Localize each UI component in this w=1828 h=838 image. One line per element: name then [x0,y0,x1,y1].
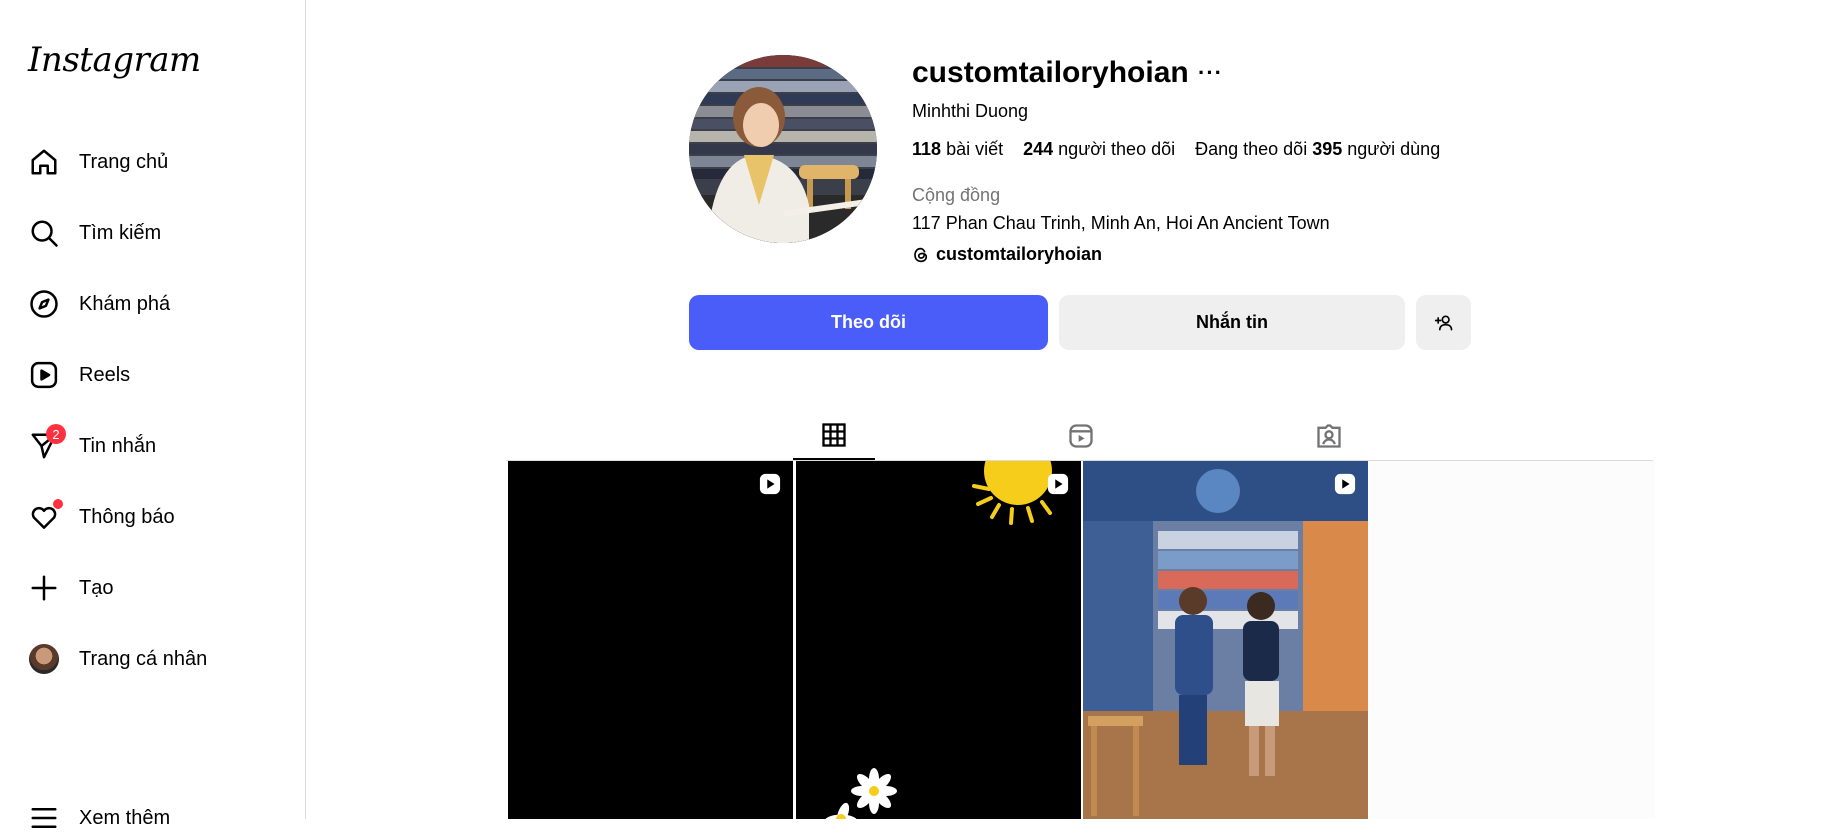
search-icon [28,217,60,249]
suggested-users-button[interactable] [1416,295,1471,350]
sidebar-item-notifications[interactable]: Thông báo [28,497,175,537]
reels-icon [1069,424,1093,448]
tailor-shop-photo [1083,461,1368,819]
sidebar-item-label: Xem thêm [79,806,171,829]
tab-tagged[interactable] [1288,412,1370,460]
instagram-logo[interactable]: Instagram [28,40,201,80]
messenger-icon: 2 [28,424,66,462]
post-tile[interactable] [1083,461,1368,819]
sidebar-item-explore[interactable]: Khám phá [28,284,170,324]
sidebar-item-label: Reels [79,363,131,386]
sidebar-item-more[interactable]: Xem thêm [28,798,170,838]
threads-link[interactable]: customtailoryhoian [912,244,1102,265]
tab-reels[interactable] [1040,412,1122,460]
reels-icon [28,359,60,391]
home-icon [28,146,60,178]
tagged-icon [1317,424,1341,448]
posts-stat: 118 bài viết [912,139,1004,159]
unread-badge: 2 [46,424,66,444]
sidebar-item-home[interactable]: Trang chủ [28,142,168,182]
profile-stats: 118 bài viết 244 người theo dõi Đang the… [912,139,1440,160]
sidebar-item-messages[interactable]: 2 Tin nhắn [28,424,157,466]
sun-and-flowers-image [824,461,1052,819]
sidebar-item-label: Trang chủ [79,150,169,173]
reel-indicator-icon [759,473,781,495]
profile-username: customtailoryhoian [912,56,1189,89]
avatar [28,643,60,675]
sidebar-item-label: Tạo [79,576,114,599]
profile-full-name: Minhthi Duong [912,101,1029,121]
sidebar-item-search[interactable]: Tìm kiếm [28,213,161,253]
message-button[interactable]: Nhắn tin [1059,295,1405,350]
profile-category: Cộng đồng [912,185,1001,205]
post-tile[interactable] [796,461,1081,819]
sidebar-item-reels[interactable]: Reels [28,355,130,395]
sidebar-item-profile[interactable]: Trang cá nhân [28,639,207,679]
plus-icon [28,572,60,604]
sidebar-item-label: Tìm kiếm [79,221,162,244]
compass-icon [28,288,60,320]
add-person-icon [1434,315,1452,330]
reel-indicator-icon [1047,473,1069,495]
post-tile[interactable] [508,461,793,819]
profile-address: 117 Phan Chau Trinh, Minh An, Hoi An Anc… [912,213,1330,233]
sidebar-item-label: Tin nhắn [79,434,157,457]
profile-avatar[interactable] [689,55,877,243]
followers-stat[interactable]: 244 người theo dõi [1023,139,1175,160]
grid-icon [822,423,846,447]
more-options-icon[interactable]: ··· [1198,60,1223,86]
sidebar: Instagram Trang chủ Tìm kiếm Khám phá Re… [0,0,306,829]
following-stat[interactable]: Đang theo dõi 395 người dùng [1195,139,1440,160]
sidebar-item-label: Trang cá nhân [79,647,208,670]
threads-icon [914,247,928,262]
tab-posts[interactable] [793,412,875,460]
notification-dot [53,499,63,509]
post-tile[interactable] [1370,461,1655,819]
heart-icon [28,499,63,533]
reel-indicator-icon [1334,473,1356,495]
menu-icon [28,802,60,834]
sidebar-item-label: Thông báo [79,505,175,528]
follow-button[interactable]: Theo dõi [689,295,1048,350]
sidebar-item-create[interactable]: Tạo [28,568,113,608]
sidebar-item-label: Khám phá [79,292,171,315]
threads-handle: customtailoryhoian [936,244,1103,264]
